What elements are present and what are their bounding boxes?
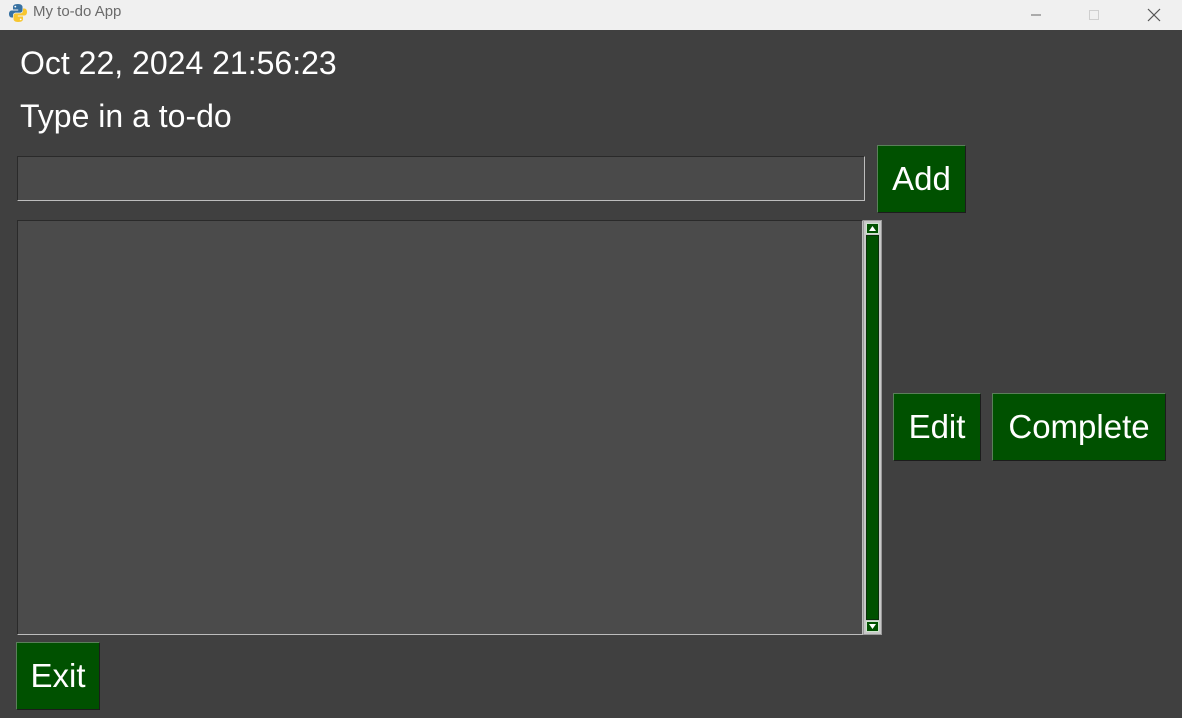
arrow-down-icon bbox=[869, 624, 876, 629]
maximize-icon bbox=[1089, 10, 1099, 20]
window-title: My to-do App bbox=[33, 3, 122, 20]
scroll-down-button[interactable] bbox=[866, 621, 879, 632]
scrollbar-thumb[interactable] bbox=[866, 235, 879, 620]
minimize-button[interactable] bbox=[1013, 0, 1059, 30]
todo-input[interactable] bbox=[17, 156, 865, 201]
app-window: My to-do App Oct 22, 2024 21:56:23 Type … bbox=[0, 0, 1182, 718]
exit-button[interactable]: Exit bbox=[16, 642, 100, 710]
add-button[interactable]: Add bbox=[877, 145, 966, 213]
todo-list-scrollbar[interactable] bbox=[863, 220, 882, 635]
todo-prompt-label: Type in a to-do bbox=[20, 98, 232, 134]
scroll-up-button[interactable] bbox=[866, 223, 879, 234]
python-icon bbox=[9, 4, 27, 22]
arrow-up-icon bbox=[869, 226, 876, 231]
title-bar: My to-do App bbox=[0, 0, 1182, 30]
minimize-icon bbox=[1031, 14, 1041, 16]
maximize-button[interactable] bbox=[1071, 0, 1117, 30]
clock-label: Oct 22, 2024 21:56:23 bbox=[20, 45, 337, 81]
complete-button[interactable]: Complete bbox=[992, 393, 1166, 461]
edit-button[interactable]: Edit bbox=[893, 393, 981, 461]
todo-list[interactable] bbox=[17, 220, 863, 635]
close-icon bbox=[1147, 8, 1161, 22]
close-button[interactable] bbox=[1131, 0, 1177, 30]
